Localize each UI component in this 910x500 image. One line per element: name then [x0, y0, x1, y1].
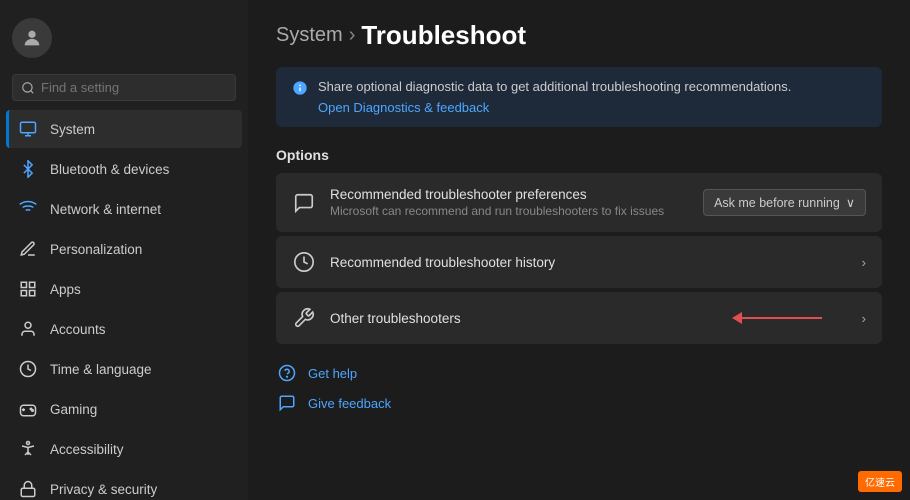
history-right: › [862, 255, 866, 270]
sidebar-item-label-network: Network & internet [50, 202, 161, 217]
sidebar-item-label-gaming: Gaming [50, 402, 97, 417]
personalization-icon [18, 239, 38, 259]
apps-icon [18, 279, 38, 299]
arrowhead [732, 312, 742, 324]
parent-label: System [276, 24, 343, 47]
privacy-icon [18, 479, 38, 499]
main-content: System › Troubleshoot Share optional dia… [248, 0, 910, 500]
watermark-badge: 亿速云 [858, 471, 902, 492]
info-text: Share optional diagnostic data to get ad… [318, 79, 791, 94]
bluetooth-icon [18, 159, 38, 179]
arrow-line [742, 317, 822, 319]
options-list: Recommended troubleshooter preferences M… [276, 173, 882, 344]
sidebar-item-label-time: Time & language [50, 362, 152, 377]
diagnostics-link[interactable]: Open Diagnostics & feedback [318, 100, 791, 115]
gaming-icon [18, 399, 38, 419]
prefs-dropdown[interactable]: Ask me before running ∨ [703, 189, 866, 216]
search-box[interactable] [12, 74, 236, 101]
get-help-icon [276, 362, 298, 384]
prefs-text: Recommended troubleshooter preferences M… [330, 187, 689, 218]
give-feedback-label[interactable]: Give feedback [308, 396, 391, 411]
search-icon [21, 81, 35, 95]
other-right: › [862, 311, 866, 326]
options-section-title: Options [276, 147, 882, 163]
system-icon [18, 119, 38, 139]
network-icon [18, 199, 38, 219]
search-input[interactable] [41, 80, 227, 95]
prefs-subtitle: Microsoft can recommend and run troubles… [330, 204, 689, 218]
sidebar-item-privacy[interactable]: Privacy & security [6, 470, 242, 500]
sidebar-item-network[interactable]: Network & internet [6, 190, 242, 228]
accounts-icon [18, 319, 38, 339]
page-title: Troubleshoot [361, 20, 526, 51]
sidebar-item-label-bluetooth: Bluetooth & devices [50, 162, 169, 177]
sidebar-item-gaming[interactable]: Gaming [6, 390, 242, 428]
breadcrumb-separator: › [349, 24, 356, 47]
sidebar-item-bluetooth[interactable]: Bluetooth & devices [6, 150, 242, 188]
get-help-item[interactable]: Get help [276, 362, 882, 384]
sidebar: System Bluetooth & devices Network & int… [0, 0, 248, 500]
sidebar-item-system[interactable]: System [6, 110, 242, 148]
give-feedback-icon [276, 392, 298, 414]
other-chevron: › [862, 311, 866, 326]
accessibility-icon [18, 439, 38, 459]
history-text: Recommended troubleshooter history [330, 255, 848, 270]
sidebar-item-accessibility[interactable]: Accessibility [6, 430, 242, 468]
sidebar-item-label-personalization: Personalization [50, 242, 142, 257]
arrow-annotation [732, 312, 822, 324]
give-feedback-item[interactable]: Give feedback [276, 392, 882, 414]
profile-section [0, 10, 248, 70]
info-banner: Share optional diagnostic data to get ad… [276, 67, 882, 127]
prefs-icon [292, 191, 316, 215]
info-icon [292, 80, 308, 101]
option-other-troubleshooters[interactable]: Other troubleshooters › [276, 292, 882, 344]
history-icon [292, 250, 316, 274]
get-help-label[interactable]: Get help [308, 366, 357, 381]
info-content: Share optional diagnostic data to get ad… [318, 79, 791, 115]
sidebar-item-personalization[interactable]: Personalization [6, 230, 242, 268]
sidebar-item-apps[interactable]: Apps [6, 270, 242, 308]
sidebar-item-label-accessibility: Accessibility [50, 442, 124, 457]
wrench-icon [292, 306, 316, 330]
prefs-title: Recommended troubleshooter preferences [330, 187, 689, 202]
time-icon [18, 359, 38, 379]
history-chevron: › [862, 255, 866, 270]
sidebar-item-accounts[interactable]: Accounts [6, 310, 242, 348]
history-title: Recommended troubleshooter history [330, 255, 848, 270]
sidebar-item-time[interactable]: Time & language [6, 350, 242, 388]
dropdown-label: Ask me before running [714, 196, 840, 210]
prefs-right: Ask me before running ∨ [703, 189, 866, 216]
sidebar-item-label-accounts: Accounts [50, 322, 106, 337]
sidebar-item-label-apps: Apps [50, 282, 81, 297]
dropdown-chevron: ∨ [846, 195, 855, 210]
avatar [12, 18, 52, 58]
sidebar-item-label-system: System [50, 122, 95, 137]
breadcrumb: System › Troubleshoot [276, 20, 882, 51]
option-recommended-prefs[interactable]: Recommended troubleshooter preferences M… [276, 173, 882, 232]
option-recommended-history[interactable]: Recommended troubleshooter history › [276, 236, 882, 288]
sidebar-item-label-privacy: Privacy & security [50, 482, 157, 497]
footer-links: Get help Give feedback [276, 362, 882, 414]
